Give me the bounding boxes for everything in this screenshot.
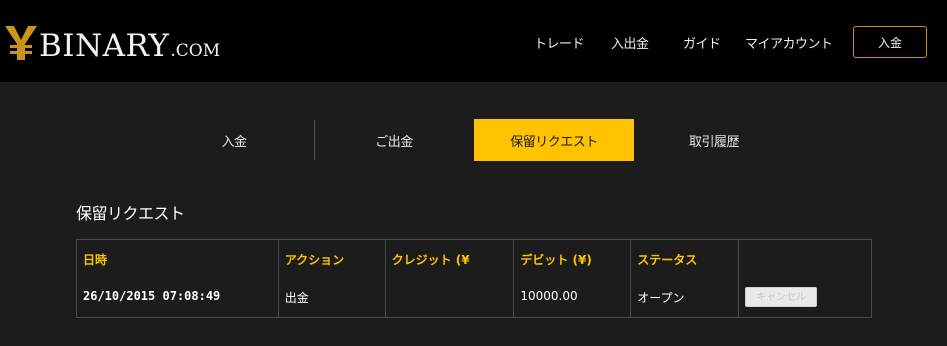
cell-status: オープン	[630, 276, 740, 318]
column-header-datetime: 日時	[76, 239, 279, 277]
nav-item-cashier[interactable]: 入出金	[611, 33, 649, 52]
pending-requests-table: 日時 アクション クレジット (¥ デビット (¥) ステータス 26/10/2…	[76, 239, 872, 318]
cell-datetime: 26/10/2015 07:08:49	[76, 276, 279, 318]
cell-credit	[384, 276, 515, 318]
table-header-row: 日時 アクション クレジット (¥ デビット (¥) ステータス	[76, 239, 872, 277]
table-row: 26/10/2015 07:08:49 出金 10000.00 オープン キャン…	[76, 276, 872, 318]
column-header-status: ステータス	[630, 239, 740, 277]
nav-item-trade[interactable]: トレード	[534, 33, 585, 52]
column-header-credit: クレジット (¥	[384, 239, 515, 277]
nav-item-guide[interactable]: ガイド	[683, 33, 721, 52]
tab-deposit[interactable]: 入金	[154, 119, 314, 161]
tab-transaction-history[interactable]: 取引履歴	[634, 119, 794, 161]
deposit-button[interactable]: 入金	[853, 26, 927, 58]
column-header-action: アクション	[277, 239, 386, 277]
yen-logo-icon	[5, 26, 37, 60]
page-title: 保留リクエスト	[76, 204, 185, 223]
brand-suffix: .COM	[170, 41, 221, 61]
nav-item-my-account[interactable]: マイアカウント	[745, 33, 833, 52]
brand-logo[interactable]: BINARY .COM	[4, 22, 220, 62]
top-header: BINARY .COM トレード 入出金 ガイド マイアカウント 入金	[0, 0, 947, 82]
cell-action: 出金	[277, 276, 386, 318]
cancel-button[interactable]: キャンセル	[745, 286, 818, 307]
brand-name: BINARY	[39, 28, 170, 64]
cell-debit: 10000.00	[513, 276, 632, 318]
tab-withdrawal[interactable]: ご出金	[314, 119, 474, 161]
column-header-debit: デビット (¥)	[513, 239, 632, 277]
tab-pending-requests[interactable]: 保留リクエスト	[474, 119, 634, 161]
cell-cancel: キャンセル	[738, 276, 872, 318]
column-header-actions	[738, 239, 872, 277]
